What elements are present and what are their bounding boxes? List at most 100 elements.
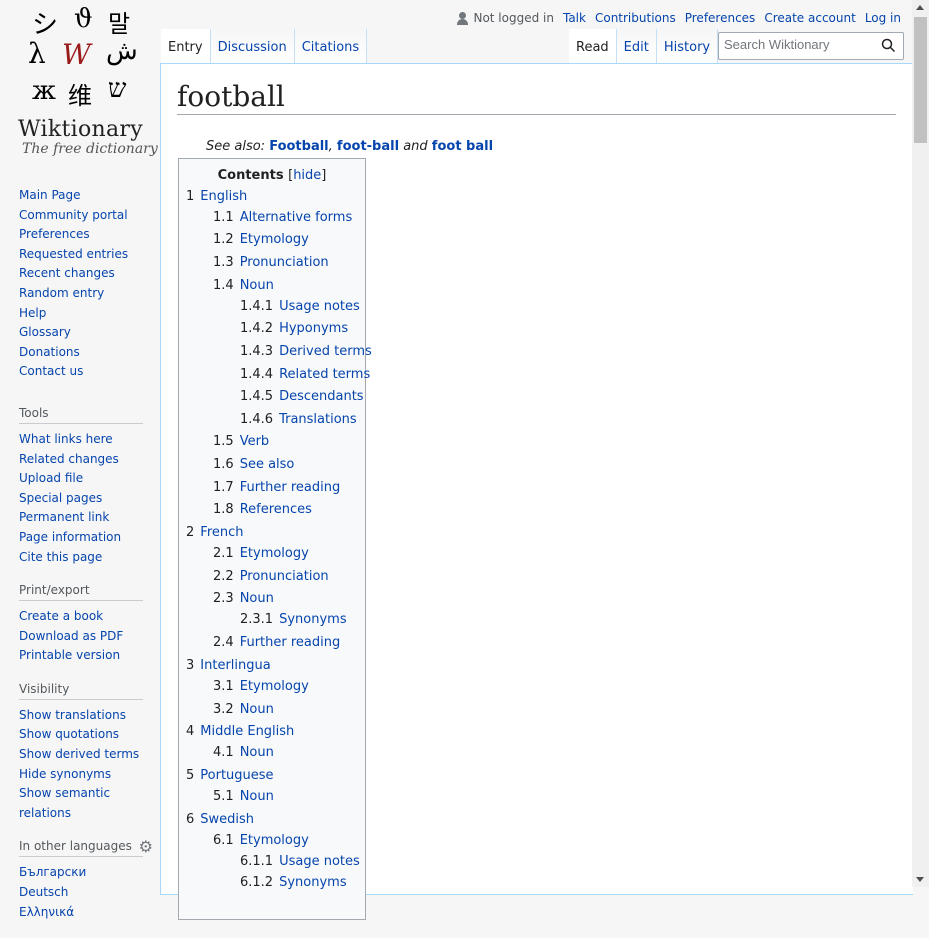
- toc-link[interactable]: 1.6 See also: [213, 457, 294, 472]
- sidebar-item-printable-version[interactable]: Printable version: [19, 648, 120, 662]
- sidebar-item-hide-synonyms[interactable]: Hide synonyms: [19, 767, 111, 781]
- scrollbar[interactable]: [912, 0, 929, 887]
- tab-read[interactable]: Read: [569, 29, 617, 63]
- scroll-up-icon[interactable]: [916, 5, 924, 10]
- toc-item[interactable]: 2.1 Etymology: [213, 546, 309, 561]
- toc-item[interactable]: 6.1.2 Synonyms: [240, 875, 347, 890]
- tab-discussion[interactable]: Discussion: [210, 29, 295, 63]
- sidebar-item-donations[interactable]: Donations: [19, 345, 80, 359]
- toc-item[interactable]: 4.1 Noun: [213, 745, 274, 760]
- toc-item[interactable]: 1.7 Further reading: [213, 480, 340, 495]
- scrollbar-thumb[interactable]: [914, 17, 927, 143]
- toc-link[interactable]: 1.4 Noun: [213, 278, 274, 293]
- toc-item[interactable]: 3.2 Noun: [213, 702, 274, 717]
- toc-link[interactable]: 1.4.6 Translations: [240, 412, 357, 427]
- toc-item[interactable]: 3 Interlingua: [186, 658, 271, 673]
- search-input[interactable]: [724, 37, 874, 52]
- sidebar-item-requested-entries[interactable]: Requested entries: [19, 247, 128, 261]
- toc-item[interactable]: 1.4.4 Related terms: [240, 367, 370, 382]
- sidebar-item-show-derived-terms[interactable]: Show derived terms: [19, 747, 139, 761]
- search-icon[interactable]: [881, 38, 896, 53]
- toc-item[interactable]: 1.4.2 Hyponyms: [240, 321, 348, 336]
- tab-edit[interactable]: Edit: [616, 29, 657, 63]
- toc-link[interactable]: 6.1.1 Usage notes: [240, 854, 360, 869]
- toc-item[interactable]: 1.4 Noun: [213, 278, 274, 293]
- toc-link[interactable]: 1.4.5 Descendants: [240, 389, 364, 404]
- sidebar-item-what-links-here[interactable]: What links here: [19, 432, 113, 446]
- toc-link[interactable]: 1.1 Alternative forms: [213, 210, 352, 225]
- toc-link[interactable]: 2 French: [186, 525, 244, 540]
- sidebar-item-special-pages[interactable]: Special pages: [19, 491, 102, 505]
- sidebar-item-random-entry[interactable]: Random entry: [19, 286, 104, 300]
- toc-hide-toggle[interactable]: [hide]: [288, 168, 326, 183]
- toc-item[interactable]: 1.4.5 Descendants: [240, 389, 364, 404]
- tab-citations[interactable]: Citations: [294, 29, 368, 63]
- sidebar-item-language-greek[interactable]: Ελληνικά: [19, 905, 74, 919]
- toc-link[interactable]: 5.1 Noun: [213, 789, 274, 804]
- sidebar-item-page-information[interactable]: Page information: [19, 530, 121, 544]
- sidebar-item-download-pdf[interactable]: Download as PDF: [19, 629, 123, 643]
- toc-link[interactable]: 2.3 Noun: [213, 591, 274, 606]
- sidebar-item-glossary[interactable]: Glossary: [19, 325, 71, 339]
- sidebar-item-show-quotations[interactable]: Show quotations: [19, 727, 119, 741]
- sidebar-item-community-portal[interactable]: Community portal: [19, 208, 128, 222]
- talk-link[interactable]: Talk: [563, 11, 586, 25]
- toc-item[interactable]: 6.1.1 Usage notes: [240, 854, 360, 869]
- preferences-link[interactable]: Preferences: [685, 11, 756, 25]
- toc-item[interactable]: 5.1 Noun: [213, 789, 274, 804]
- toc-link[interactable]: 4.1 Noun: [213, 745, 274, 760]
- toc-link[interactable]: 5 Portuguese: [186, 768, 274, 783]
- toc-link[interactable]: 1.4.4 Related terms: [240, 367, 370, 382]
- toc-link[interactable]: 1.7 Further reading: [213, 480, 340, 495]
- contributions-link[interactable]: Contributions: [595, 11, 676, 25]
- tab-history[interactable]: History: [656, 29, 719, 63]
- toc-item[interactable]: 3.1 Etymology: [213, 679, 309, 694]
- see-also-link-foot-ball-space[interactable]: foot ball: [432, 139, 493, 154]
- sidebar-item-show-translations[interactable]: Show translations: [19, 708, 126, 722]
- toc-link[interactable]: 1.8 References: [213, 502, 312, 517]
- see-also-link-football-capitalized[interactable]: Football: [269, 139, 328, 154]
- sidebar-item-upload-file[interactable]: Upload file: [19, 471, 83, 485]
- toc-link[interactable]: 1.4.1 Usage notes: [240, 299, 360, 314]
- toc-link[interactable]: 1.3 Pronunciation: [213, 255, 329, 270]
- toc-item[interactable]: 2.3.1 Synonyms: [240, 612, 347, 627]
- see-also-link-foot-ball-hyphen[interactable]: foot-ball: [337, 139, 399, 154]
- toc-item[interactable]: 2.3 Noun: [213, 591, 274, 606]
- sidebar-item-create-a-book[interactable]: Create a book: [19, 609, 103, 623]
- toc-item[interactable]: 1.6 See also: [213, 457, 294, 472]
- sidebar-item-language-bulgarian[interactable]: Български: [19, 865, 86, 879]
- wiktionary-logo[interactable]: シ ϑ 말 λ W ش ж 维 ש Wiktionary The free di…: [10, 0, 158, 170]
- toc-link[interactable]: 2.4 Further reading: [213, 635, 340, 650]
- create-account-link[interactable]: Create account: [764, 11, 856, 25]
- toc-link[interactable]: 1.4.2 Hyponyms: [240, 321, 348, 336]
- toc-link[interactable]: 1.5 Verb: [213, 434, 269, 449]
- toc-link[interactable]: 3.1 Etymology: [213, 679, 309, 694]
- scroll-down-icon[interactable]: [916, 877, 924, 882]
- toc-item[interactable]: 1.4.1 Usage notes: [240, 299, 360, 314]
- toc-item[interactable]: 5 Portuguese: [186, 768, 274, 783]
- sidebar-item-cite-this-page[interactable]: Cite this page: [19, 550, 102, 564]
- sidebar-item-help[interactable]: Help: [19, 306, 46, 320]
- toc-item[interactable]: 2.4 Further reading: [213, 635, 340, 650]
- toc-link[interactable]: 6.1 Etymology: [213, 833, 309, 848]
- toc-item[interactable]: 1.2 Etymology: [213, 232, 309, 247]
- toc-link[interactable]: 1.2 Etymology: [213, 232, 309, 247]
- toc-link[interactable]: 2.2 Pronunciation: [213, 569, 329, 584]
- toc-item[interactable]: 1 English: [186, 189, 247, 204]
- sidebar-item-show-semantic-relations[interactable]: Show semantic relations: [19, 786, 110, 820]
- sidebar-item-contact-us[interactable]: Contact us: [19, 364, 83, 378]
- toc-item[interactable]: 1.4.6 Translations: [240, 412, 357, 427]
- toc-link[interactable]: 6.1.2 Synonyms: [240, 875, 347, 890]
- tab-entry[interactable]: Entry: [161, 29, 211, 63]
- toc-item[interactable]: 1.8 References: [213, 502, 312, 517]
- toc-link[interactable]: 3 Interlingua: [186, 658, 271, 673]
- toc-item[interactable]: 4 Middle English: [186, 724, 294, 739]
- sidebar-item-language-german[interactable]: Deutsch: [19, 885, 68, 899]
- toc-link[interactable]: 3.2 Noun: [213, 702, 274, 717]
- sidebar-item-preferences[interactable]: Preferences: [19, 227, 90, 241]
- toc-item[interactable]: 1.3 Pronunciation: [213, 255, 329, 270]
- toc-link[interactable]: 2.3.1 Synonyms: [240, 612, 347, 627]
- toc-item[interactable]: 1.1 Alternative forms: [213, 210, 352, 225]
- toc-item[interactable]: 2 French: [186, 525, 244, 540]
- sidebar-item-permanent-link[interactable]: Permanent link: [19, 510, 109, 524]
